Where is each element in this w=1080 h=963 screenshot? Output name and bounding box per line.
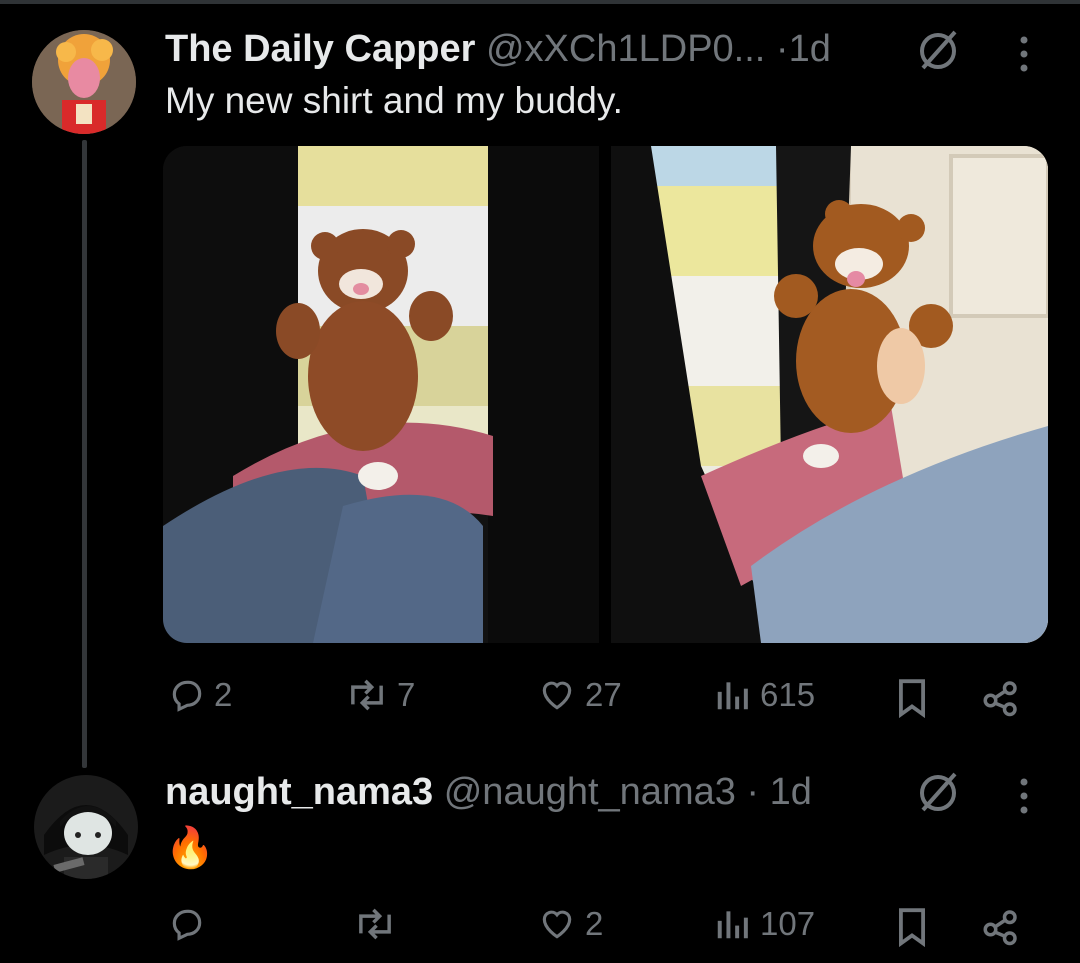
reply-views-count: 107 [760,905,816,942]
author-handle[interactable]: @xXCh1LDP0... [486,28,765,70]
reply-author-name[interactable]: naught_nama3 [165,771,433,813]
author-avatar[interactable] [32,30,136,134]
more-icon[interactable] [1016,34,1032,79]
reply-like-button[interactable]: 2 [537,905,603,943]
like-button[interactable]: 27 [537,676,622,714]
time-separator: · [775,28,789,70]
reply-text: 🔥 [165,826,215,870]
share-icon [983,681,1017,717]
like-icon [542,681,572,710]
views-count: 615 [760,676,816,713]
like-icon [542,910,572,939]
reply-icon [172,909,202,941]
bookmark-icon [899,679,925,718]
thread-connector [82,140,87,768]
reply-button[interactable]: 2 [168,676,232,714]
share-button[interactable] [980,676,1022,718]
reply-time[interactable]: 1d [770,771,812,813]
repost-icon [351,679,383,711]
post-time[interactable]: 1d [789,28,831,70]
reply-grok-icon[interactable] [915,770,961,821]
author-name[interactable]: The Daily Capper [165,28,475,70]
bookmark-icon [899,908,925,947]
reply-icon [172,680,202,712]
reply-views-button[interactable]: 107 [712,905,815,943]
top-divider [0,0,1080,4]
reply-time-separator: · [746,771,760,813]
reply-like-count: 2 [585,905,604,942]
share-icon [983,910,1017,946]
reply-repost-button[interactable] [353,905,405,943]
bookmark-button[interactable] [893,676,931,718]
post-text: My new shirt and my buddy. [165,80,623,121]
views-button[interactable]: 615 [712,676,815,714]
like-count: 27 [585,676,622,713]
grok-icon[interactable] [915,28,961,79]
post-image-1[interactable] [163,146,599,643]
reply-bookmark-button[interactable] [893,905,931,947]
post-header: The Daily Capper @xXCh1LDP0... ·1d [165,27,831,71]
reply-share-button[interactable] [980,905,1022,947]
views-icon [717,682,748,710]
views-icon [717,911,748,939]
repost-button[interactable]: 7 [345,676,415,714]
reply-author-handle[interactable]: @naught_nama3 [444,771,736,813]
repost-count: 7 [397,676,416,713]
reply-count: 2 [214,676,233,713]
reply-author-avatar[interactable] [34,775,138,879]
post-image-2[interactable] [611,146,1048,643]
reply-more-icon[interactable] [1016,776,1032,821]
reply-header: naught_nama3 @naught_nama3 · 1d [165,770,812,814]
repost-icon [359,908,391,940]
reply-reply-button[interactable] [168,905,214,943]
